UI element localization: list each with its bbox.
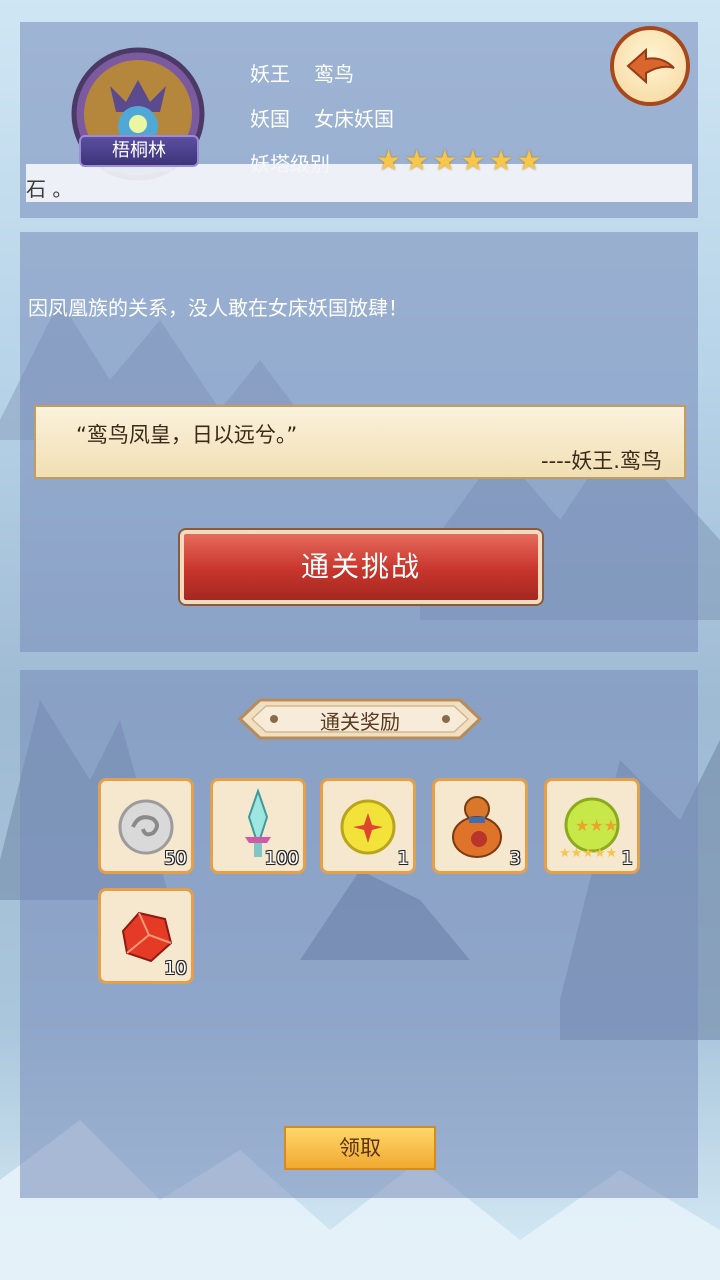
star-icon: ★ (460, 144, 486, 177)
demon-country-key: 妖国 (250, 107, 290, 131)
reward-count: 10 (164, 958, 187, 979)
reward-slot[interactable]: 10 (98, 888, 194, 984)
star-orb-icon: ★★★ ★★★★★ (559, 797, 620, 861)
marquee-text: 石 。 (26, 177, 73, 201)
back-button[interactable] (610, 26, 690, 106)
stage-description: 因凤凰族的关系，没人敢在女床妖国放肆！ (28, 296, 408, 320)
demon-king-line: 妖王 鸾鸟 (250, 58, 354, 87)
reward-slot[interactable]: 3 (432, 778, 528, 874)
tower-level-stars: ★ ★ ★ ★ ★ ★ (376, 146, 542, 176)
demon-country-value: 女床妖国 (314, 107, 394, 131)
receive-button[interactable]: 领取 (284, 1126, 436, 1170)
reward-count: 1 (621, 848, 633, 869)
rewards-title-text: 通关奖励 (320, 710, 400, 734)
golden-orb-icon (340, 799, 396, 855)
star-icon: ★ (432, 144, 458, 177)
reward-slot[interactable]: 1 (320, 778, 416, 874)
star-icon: ★ (404, 144, 430, 177)
rewards-title-banner: 通关奖励 (236, 696, 484, 742)
quote-text: “鸾鸟凤皇，日以远兮。” (76, 423, 298, 447)
star-icon: ★ (516, 144, 542, 177)
quote-scroll: “鸾鸟凤皇，日以远兮。” ----妖王.鸾鸟 (34, 405, 686, 479)
quote-author: ----妖王.鸾鸟 (541, 449, 662, 473)
reward-slot[interactable]: 50 (98, 778, 194, 874)
star-icon: ★ (488, 144, 514, 177)
star-icon: ★ (376, 144, 402, 177)
reward-count: 3 (509, 848, 521, 869)
reward-count: 100 (264, 848, 299, 869)
treasure-gourd-icon (452, 796, 502, 858)
svg-text:★★★★★: ★★★★★ (559, 846, 617, 861)
svg-text:★★★: ★★★ (575, 816, 618, 835)
scrolling-marquee: 石 。 (26, 164, 692, 202)
reward-slot[interactable]: ★★★ ★★★★★ 1 (544, 778, 640, 874)
challenge-button[interactable]: 通关挑战 (180, 530, 542, 604)
reward-count: 50 (164, 848, 187, 869)
avatar-location-label: 梧桐林 (79, 135, 199, 167)
back-arrow-icon (626, 47, 675, 85)
reward-slot[interactable]: 100 (210, 778, 306, 874)
demon-king-key: 妖王 (250, 62, 290, 86)
reward-count: 1 (397, 848, 409, 869)
demon-country-line: 妖国 女床妖国 (250, 103, 394, 132)
demon-king-value: 鸾鸟 (314, 62, 354, 86)
